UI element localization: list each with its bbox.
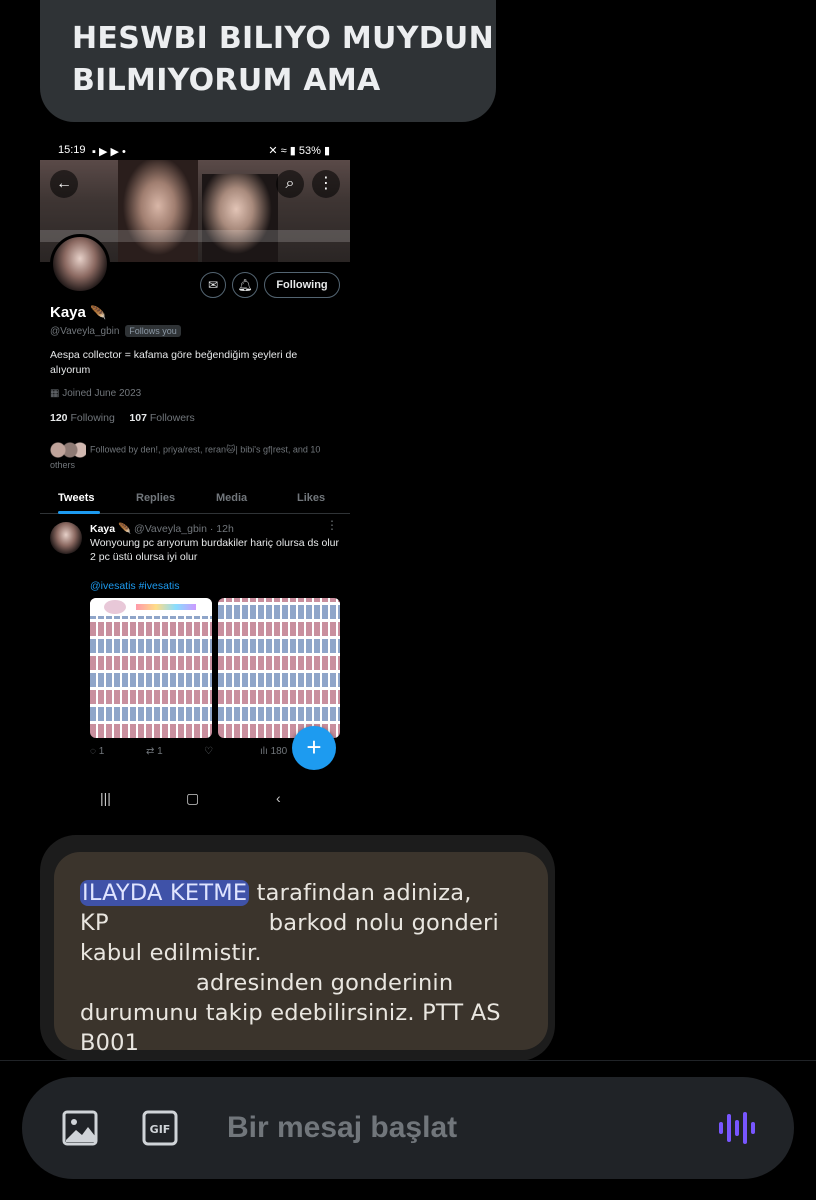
leaf-emoji-icon: 🪶 xyxy=(118,523,132,535)
mutual-avatars xyxy=(50,441,86,459)
tweet-handle: @Vaveyla_gbin xyxy=(134,523,207,535)
recent-apps-icon: ||| xyxy=(100,790,111,806)
message-line-2: BILMIYORUM AMA xyxy=(72,63,381,98)
sms-kp-prefix: KP xyxy=(80,910,109,936)
compose-tweet-plus-icon: + xyxy=(292,726,336,770)
home-icon: ▢ xyxy=(186,790,200,806)
message-line-1: HESWBI BILIYO MUYDUN xyxy=(72,21,494,56)
status-battery: 53% xyxy=(298,145,321,157)
tab-media: Media xyxy=(216,492,248,504)
highlighted-sender-name: ILAYDA KETME xyxy=(80,880,250,906)
following-label: Following xyxy=(70,412,115,424)
heart-icon: ♡ xyxy=(204,746,213,757)
tab-replies: Replies xyxy=(136,492,176,504)
tweet-time: · 12h xyxy=(209,523,234,535)
following-count: 120 xyxy=(50,412,68,424)
retweet-count: 1 xyxy=(157,746,163,757)
tweet-media-image-1 xyxy=(90,598,212,738)
reply-count: 1 xyxy=(98,746,105,757)
follows-you-badge: Follows you xyxy=(125,325,181,337)
sent-message-text: HESWBI BILIYO MUYDUN BILMIYORUM AMA xyxy=(72,18,494,102)
profile-handle-text: @Vaveyla_gbin xyxy=(50,326,120,337)
status-right: ✕ ≈ ▮ 53% ▮ xyxy=(268,145,330,157)
profile-name: Kaya 🪶 xyxy=(50,304,106,321)
sms-text: ILAYDA KETME tarafindan adiniza, KP barko… xyxy=(80,878,540,1058)
sms-line-6: B001 xyxy=(80,1030,140,1056)
sms-line-3: kabul edilmistir. xyxy=(80,940,262,966)
back-icon: ‹ xyxy=(276,790,281,806)
tab-likes: Likes xyxy=(297,492,326,504)
profile-avatar xyxy=(50,234,110,294)
redacted-barcode xyxy=(109,926,269,930)
leaf-emoji-icon: 🪶 xyxy=(90,305,107,320)
back-arrow-icon: ← xyxy=(50,170,78,198)
tweet-author: Kaya xyxy=(90,523,116,535)
mail-icon: ✉ xyxy=(200,272,226,298)
followers-label: Followers xyxy=(149,412,195,424)
profile-tabs: Tweets Replies Media Likes xyxy=(40,482,350,514)
sms-line-2-rest: barkod nolu gonderi xyxy=(268,910,499,936)
bell-plus-icon: 🔔︎ xyxy=(232,272,258,298)
following-button: Following xyxy=(264,272,340,298)
received-message-bubble[interactable]: ILAYDA KETME tarafindan adiniza, KP barko… xyxy=(40,835,555,1061)
more-vertical-icon: ⋮ xyxy=(312,170,340,198)
gif-icon[interactable]: GIF xyxy=(142,1110,178,1146)
sms-screenshot-image[interactable]: ILAYDA KETME tarafindan adiniza, KP barko… xyxy=(54,852,548,1056)
status-notification-icons: ▪ ▶ ▶ • xyxy=(92,146,126,158)
banner-person-2 xyxy=(202,174,278,262)
android-nav-bar: ||| ▢ ‹ xyxy=(40,790,350,816)
views-count: 180 xyxy=(270,746,288,757)
sms-line-4: adresinden gonderinin xyxy=(80,968,540,998)
composer-divider xyxy=(0,1060,816,1061)
tweet-avatar xyxy=(50,522,82,554)
followers-count: 107 xyxy=(129,412,147,424)
joined-text: Joined June 2023 xyxy=(62,388,142,399)
phone-status-bar: 15:19 ▪ ▶ ▶ • ✕ ≈ ▮ 53% ▮ xyxy=(40,138,350,162)
sent-message-bubble[interactable]: HESWBI BILIYO MUYDUN BILMIYORUM AMA xyxy=(40,0,496,122)
banner-person-1 xyxy=(118,160,198,262)
followed-by-text: Followed by den!, priya/rest, reran🐱| bi… xyxy=(50,444,321,470)
search-icon: ⌕ xyxy=(276,170,304,198)
retweet-icon: ⇄ 1 xyxy=(146,746,163,757)
sms-line-4-text: adresinden gonderinin xyxy=(196,970,454,996)
sms-line-1-rest: tarafindan adiniza, xyxy=(249,880,472,906)
tweet-text: Wonyoung pc arıyorum burdakiler hariç ol… xyxy=(90,537,340,563)
profile-bio: Aespa collector = kafama göre beğendiğim… xyxy=(50,349,298,376)
status-time: 15:19 xyxy=(58,144,86,156)
calendar-icon: ▦ xyxy=(50,388,60,399)
profile-handle: @Vaveyla_gbin Follows you xyxy=(50,325,181,337)
tweet-media-image-2 xyxy=(218,598,340,738)
message-input[interactable]: Bir mesaj başlat xyxy=(227,1111,457,1145)
shared-screenshot-image[interactable]: 15:19 ▪ ▶ ▶ • ✕ ≈ ▮ 53% ▮ ← ⌕ ⋮ ✉ 🔔︎ Fol… xyxy=(40,138,350,820)
image-icon[interactable] xyxy=(62,1110,98,1146)
reply-icon: ◌ 1 xyxy=(90,746,105,757)
voice-message-icon[interactable] xyxy=(718,1110,758,1146)
profile-name-text: Kaya xyxy=(50,304,86,321)
redacted-address xyxy=(80,986,196,990)
tweet-hashtags: @ivesatis #ivesatis xyxy=(90,580,180,592)
sms-line-2: KP barkod nolu gonderi xyxy=(80,908,540,938)
sms-line-1: ILAYDA KETME tarafindan adiniza, xyxy=(80,878,540,908)
tweet-header: Kaya 🪶 @Vaveyla_gbin · 12h xyxy=(90,522,234,535)
gif-label: GIF xyxy=(150,1123,171,1136)
profile-counts: 120 Following 107 Followers xyxy=(50,412,195,424)
followed-by: Followed by den!, priya/rest, reran🐱| bi… xyxy=(50,441,346,472)
active-tab-indicator xyxy=(58,511,100,514)
message-composer[interactable]: GIF Bir mesaj başlat xyxy=(22,1077,794,1179)
views-icon: ılı 180 xyxy=(260,746,288,757)
profile-joined: ▦ Joined June 2023 xyxy=(50,388,141,399)
tab-tweets: Tweets xyxy=(58,492,95,504)
tweet-more-icon: ⋮ xyxy=(326,518,338,532)
sms-line-5: durumunu takip edebilirsiniz. PTT AS xyxy=(80,1000,501,1026)
